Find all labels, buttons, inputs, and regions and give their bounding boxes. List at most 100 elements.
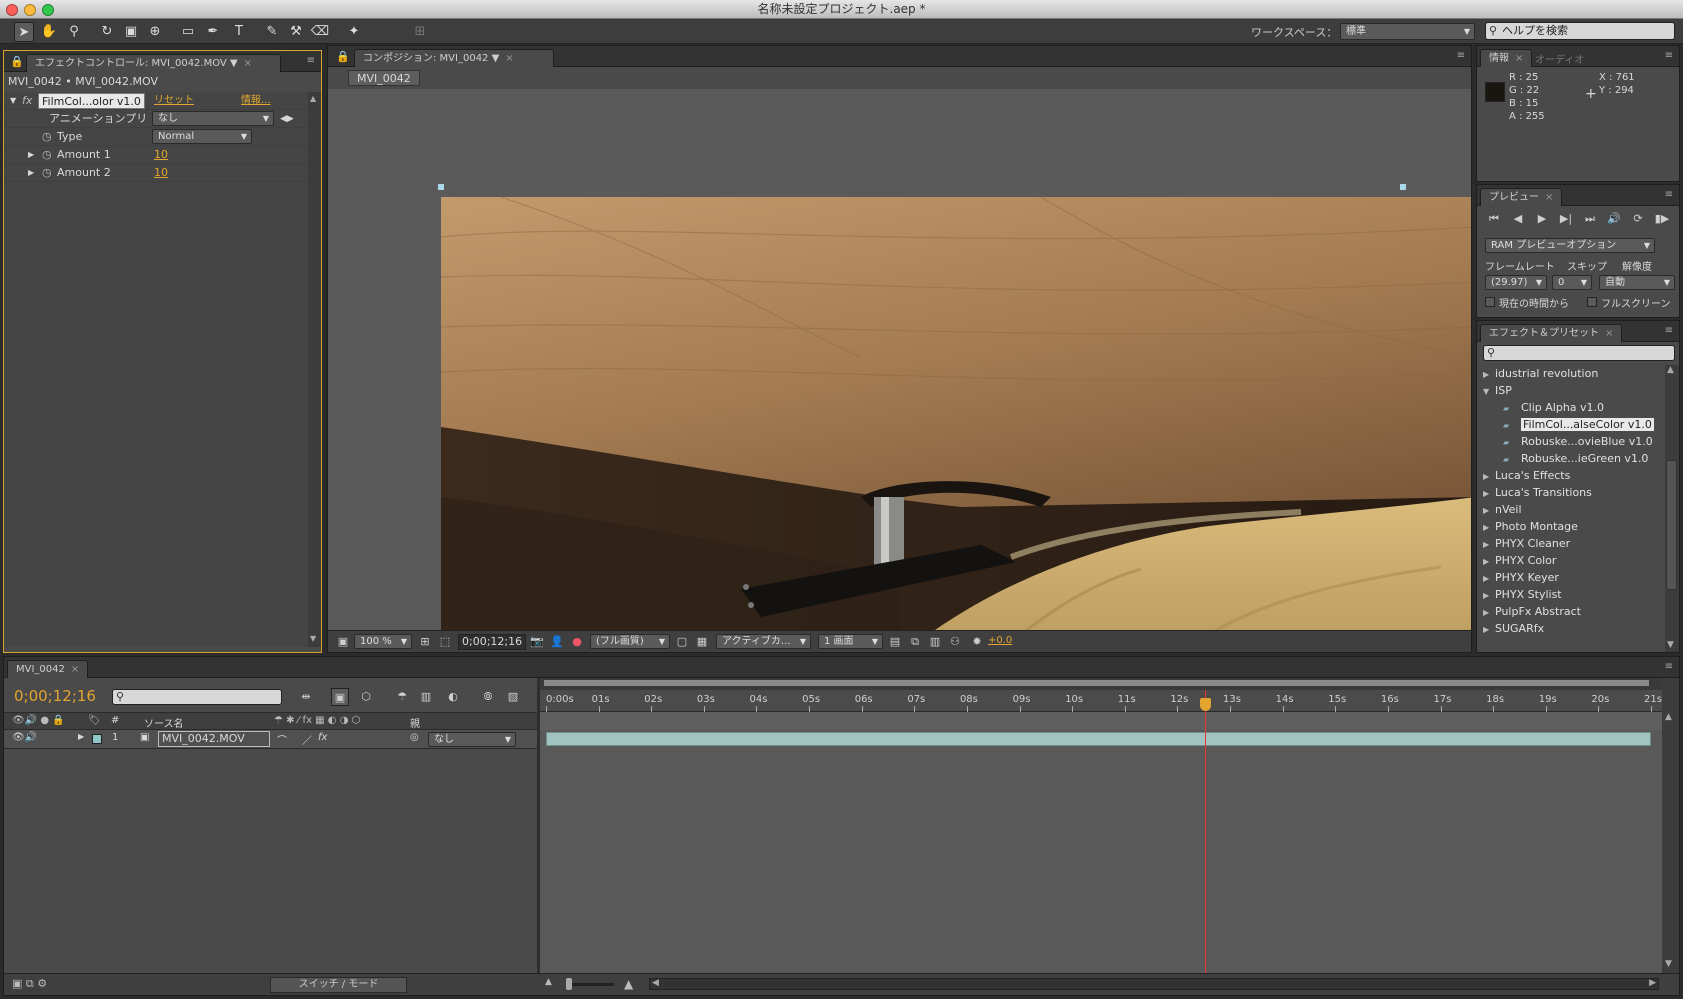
clone-stamp-tool-icon[interactable]: ⚒: [286, 22, 306, 42]
pan-behind-tool-icon[interactable]: ⊕: [145, 22, 165, 42]
comp-flowchart-chip[interactable]: MVI_0042: [348, 70, 420, 86]
lock-icon[interactable]: 🔒: [10, 55, 24, 68]
tab-composition[interactable]: コンポジション: MVI_0042 ▼ ×: [354, 49, 554, 67]
comp-mini-flowchart-icon[interactable]: ⇹: [297, 688, 315, 706]
zoom-dropdown[interactable]: 100 % ▼: [354, 634, 412, 649]
motion-blur-icon[interactable]: ◐: [444, 688, 462, 706]
graph-editor-icon[interactable]: ⦾: [479, 688, 497, 706]
effects-tree-item[interactable]: ▶ PHYX Color: [1483, 552, 1665, 569]
layer-handle[interactable]: [1400, 184, 1406, 190]
region-of-interest-icon[interactable]: ▢: [673, 633, 691, 651]
effects-tree-item[interactable]: ▶ Luca's Effects: [1483, 467, 1665, 484]
layer-bar[interactable]: [546, 732, 1651, 746]
channel-icon[interactable]: ●: [568, 633, 586, 651]
resolution-dropdown[interactable]: (フル画質) ▼: [590, 634, 670, 649]
timeline-icon[interactable]: ▥: [926, 633, 944, 651]
mask-visibility-icon[interactable]: ⬚: [436, 633, 454, 651]
loop-icon[interactable]: ⟳: [1629, 210, 1647, 228]
panel-menu-icon[interactable]: ≡: [1457, 50, 1465, 61]
prev-next-preset-icon[interactable]: ◀▶: [280, 110, 294, 128]
lock-icon[interactable]: 🔒: [336, 50, 350, 63]
rotate-tool-icon[interactable]: ↻: [97, 22, 117, 42]
fx-toggle-icon[interactable]: fx: [22, 92, 32, 110]
minimize-window-button[interactable]: [24, 4, 36, 16]
effects-tree-item[interactable]: ▰ Robuske...ovieBlue v1.0: [1503, 433, 1665, 450]
stopwatch-icon[interactable]: ◷: [42, 146, 52, 164]
resolution-dropdown[interactable]: 自動 ▼: [1599, 275, 1675, 290]
effects-tree-item[interactable]: ▶ PHYX Keyer: [1483, 569, 1665, 586]
toggle-pixel-aspect-icon[interactable]: ▤: [886, 633, 904, 651]
effect-row[interactable]: ▼ fx FilmCol...olor v1.0 リセット 情報...: [4, 92, 308, 110]
show-snapshot-icon[interactable]: 👤: [548, 633, 566, 651]
effects-tree-item[interactable]: ▶ nVeil: [1483, 501, 1665, 518]
effects-tree-item[interactable]: ▶ PHYX Stylist: [1483, 586, 1665, 603]
rectangle-tool-icon[interactable]: ▭: [178, 22, 198, 42]
effects-tree-item[interactable]: ▶ idustrial revolution: [1483, 365, 1665, 382]
effects-tree-item[interactable]: ▰ FilmCol...alseColor v1.0: [1503, 416, 1665, 433]
tab-audio[interactable]: オーディオ: [1535, 51, 1584, 66]
timeline-vertical-scrollbar[interactable]: ▲ ▼: [1662, 678, 1679, 973]
timeline-track-area[interactable]: 0:00s 01s 02s 03s 04s 05s 06s 07s 08s 09s 10s 11s 12…: [540, 678, 1662, 973]
always-preview-icon[interactable]: ▣: [334, 633, 352, 651]
current-time-display[interactable]: 0;00;12;16: [458, 634, 527, 650]
previous-frame-icon[interactable]: ◀: [1509, 210, 1527, 228]
puppet-tool-icon[interactable]: ✦: [344, 22, 364, 42]
expand-triangle-icon[interactable]: ▶: [78, 732, 84, 741]
stopwatch-icon[interactable]: ◷: [42, 164, 52, 182]
transparency-grid-icon[interactable]: ▦: [693, 633, 711, 651]
tab-effects-presets[interactable]: エフェクト＆プリセット ×: [1480, 324, 1623, 342]
layer-handle[interactable]: [438, 184, 444, 190]
scrollbar-thumb[interactable]: [1666, 460, 1677, 590]
from-current-checkbox[interactable]: [1485, 297, 1495, 307]
hand-tool-icon[interactable]: ✋: [39, 22, 59, 42]
timeline-horizontal-scrollbar[interactable]: ◀ ▶: [649, 978, 1659, 990]
effect-controls-scrollbar[interactable]: ▲ ▼: [308, 92, 321, 647]
tab-effect-controls[interactable]: エフェクトコントロール: MVI_0042.MOV ▼ ×: [26, 54, 281, 72]
timeline-search-input[interactable]: ⚲: [112, 689, 282, 705]
effects-tree-item[interactable]: ▶ Luca's Transitions: [1483, 484, 1665, 501]
about-link[interactable]: 情報...: [241, 92, 271, 110]
playhead-handle[interactable]: [1200, 698, 1212, 711]
zoom-in-icon[interactable]: ▲: [624, 977, 633, 991]
next-frame-icon[interactable]: ▶|: [1557, 210, 1575, 228]
video-audio-toggle-icons[interactable]: 👁🔊: [12, 732, 37, 743]
work-area-bar[interactable]: [540, 678, 1662, 690]
flowchart-icon[interactable]: ⚇: [946, 633, 964, 651]
panel-menu-icon[interactable]: ≡: [1665, 325, 1673, 336]
pen-tool-icon[interactable]: ✒: [203, 22, 223, 42]
fast-previews-icon[interactable]: ⧉: [906, 633, 924, 651]
effects-search-input[interactable]: ⚲: [1483, 345, 1675, 361]
framerate-dropdown[interactable]: (29.97) ▼: [1485, 275, 1547, 290]
view-layout-dropdown[interactable]: 1 画面 ▼: [818, 634, 883, 649]
camera-tool-icon[interactable]: ▣: [121, 22, 141, 42]
amount1-value[interactable]: 10: [154, 146, 168, 164]
expand-triangle-icon[interactable]: ▼: [10, 92, 16, 110]
help-search-input[interactable]: ⚲ ヘルプを検索: [1485, 22, 1675, 40]
timeline-current-time[interactable]: 0;00;12;16: [14, 687, 96, 705]
tab-info[interactable]: 情報 ×: [1480, 49, 1533, 67]
frame-blending-icon[interactable]: ▥: [417, 688, 435, 706]
effects-tree-item[interactable]: ▶ SUGARfx: [1483, 620, 1665, 637]
eraser-tool-icon[interactable]: ⌫: [310, 22, 330, 42]
snapshot-icon[interactable]: 📷: [528, 633, 546, 651]
expand-triangle-icon[interactable]: ▶: [28, 146, 34, 164]
effect-name[interactable]: FilmCol...olor v1.0: [38, 93, 145, 109]
effects-tree-item[interactable]: ▶ Photo Montage: [1483, 518, 1665, 535]
selection-tool-icon[interactable]: ➤: [14, 22, 34, 42]
effects-tree-item[interactable]: ▰ Clip Alpha v1.0: [1503, 399, 1665, 416]
close-window-button[interactable]: [6, 4, 18, 16]
panel-menu-icon[interactable]: ≡: [1665, 50, 1673, 61]
zoom-tool-icon[interactable]: ⚲: [64, 22, 84, 42]
video-frame[interactable]: [441, 197, 1471, 630]
type-dropdown[interactable]: Normal ▼: [152, 129, 252, 144]
zoom-window-button[interactable]: [42, 4, 54, 16]
play-icon[interactable]: ▶: [1533, 210, 1551, 228]
first-frame-icon[interactable]: ⏮: [1485, 210, 1503, 228]
shy-switch-icon[interactable]: ⌒: [277, 732, 287, 747]
amount2-value[interactable]: 10: [154, 164, 168, 182]
switches-modes-toggle[interactable]: スイッチ / モード: [270, 977, 407, 993]
ram-preview-icon[interactable]: ▮▶: [1653, 210, 1671, 228]
layer-row[interactable]: 👁🔊 ▶ 1 ▣ MVI_0042.MOV ⌒ ／ fx ◎ なし ▼: [4, 730, 537, 749]
zoom-slider-thumb[interactable]: [566, 978, 572, 990]
last-frame-icon[interactable]: ⏭: [1581, 210, 1599, 228]
